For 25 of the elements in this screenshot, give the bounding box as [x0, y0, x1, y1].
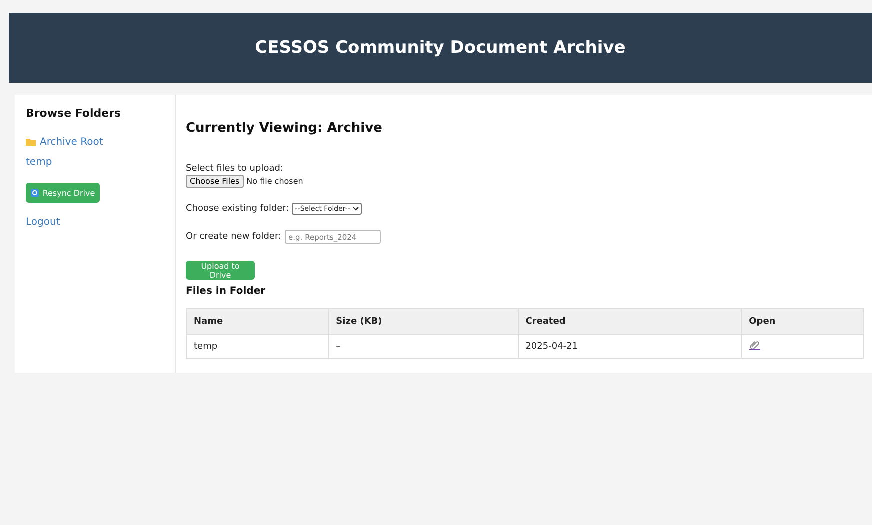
- file-status: No file chosen: [246, 177, 304, 186]
- page-title: CESSOS Community Document Archive: [255, 38, 626, 58]
- resync-button[interactable]: Resync Drive: [26, 183, 100, 203]
- column-header: Size (KB): [336, 316, 382, 326]
- table-cell: 2025-04-21: [526, 342, 578, 352]
- folder-icon: [26, 138, 36, 146]
- folder-link[interactable]: temp: [26, 157, 52, 168]
- files-heading: Files in Folder: [186, 286, 267, 297]
- folder-label: Choose existing folder:: [186, 204, 290, 214]
- choose-files-button[interactable]: Choose Files: [186, 175, 244, 188]
- upload-button[interactable]: Upload to Drive: [186, 261, 255, 280]
- column-header: Open: [749, 316, 776, 326]
- new-folder-label: Or create new folder:: [186, 232, 282, 242]
- table-cell: temp: [194, 342, 218, 352]
- upload-label: Select files to upload:: [186, 164, 284, 174]
- refresh-icon: [30, 189, 39, 197]
- logout-link[interactable]: Logout: [26, 217, 175, 228]
- folder-link[interactable]: Archive Root: [26, 136, 104, 148]
- chevron-icon: [353, 207, 360, 211]
- column-header: Name: [194, 316, 224, 326]
- paperclip-icon[interactable]: [749, 340, 762, 350]
- table-cell: –: [336, 342, 341, 352]
- sidebar-heading: Browse Folders: [26, 107, 122, 120]
- column-header: Created: [526, 316, 566, 326]
- section-title: Currently Viewing: Archive: [186, 121, 384, 136]
